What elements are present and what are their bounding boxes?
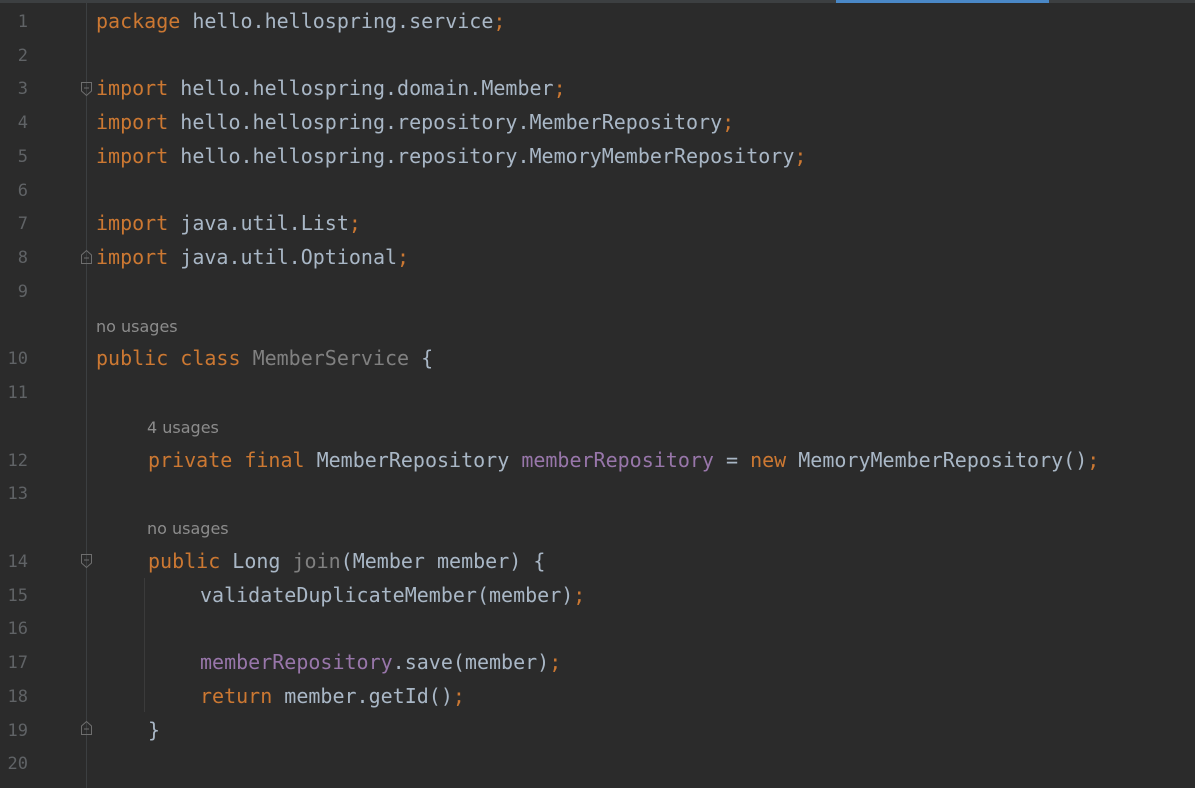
keyword: import [96,110,169,134]
semicolon: ; [348,211,361,235]
import-path: hello.hellospring.domain.Member [168,76,554,100]
keyword: import [96,245,169,269]
code-line-3[interactable]: import hello.hellospring.domain.Member; [96,76,566,100]
keyword: import [96,144,169,168]
method-call: validateDuplicateMember(member) [200,583,574,607]
code-line-4[interactable]: import hello.hellospring.repository.Memb… [96,110,734,134]
keyword: class [180,346,241,370]
method-signature: (Member member) { [340,549,546,573]
type-name: Long [220,549,293,573]
keyword: return [200,684,273,708]
semicolon: ; [549,650,562,674]
type-name: MemberRepository [304,448,522,472]
line-number: 8 [17,248,28,268]
import-path: hello.hellospring.repository.MemoryMembe… [168,144,795,168]
return-expression: member.getId() [272,684,453,708]
assignment: = [713,448,751,472]
constructor-call: MemoryMemberRepository() [786,448,1088,472]
code-line-10[interactable]: public class MemberService { [96,346,433,370]
code-line-8[interactable]: import java.util.Optional; [96,245,409,269]
keyword: private [148,448,233,472]
code-line-19[interactable]: } [148,718,160,742]
indent-guide [144,578,145,712]
keyword: package [96,9,181,33]
keyword: new [750,448,787,472]
code-line-5[interactable]: import hello.hellospring.repository.Memo… [96,144,806,168]
import-path: hello.hellospring.repository.MemberRepos… [168,110,723,134]
keyword: public [148,549,221,573]
code-line-14[interactable]: public Long join(Member member) { [148,549,545,573]
fold-start-icon[interactable] [80,81,93,97]
fold-end-icon[interactable] [80,249,93,265]
method-usages-hint[interactable]: no usages [147,519,229,539]
keyword: import [96,211,169,235]
line-number: 10 [7,349,28,369]
line-number: 12 [7,451,28,471]
line-number: 19 [7,721,28,741]
fold-end-icon[interactable] [80,720,93,736]
line-number: 15 [7,586,28,606]
class-name: MemberService [252,346,410,370]
class-usages-hint[interactable]: no usages [96,317,178,337]
line-number: 5 [17,147,28,167]
line-number: 4 [17,113,28,133]
line-number: 1 [17,12,28,32]
field-usages-hint[interactable]: 4 usages [147,418,219,438]
import-path: java.util.List [168,211,349,235]
line-number: 2 [17,46,28,66]
package-name: hello.hellospring.service [180,9,494,33]
line-number: 3 [17,79,28,99]
line-number: 18 [7,687,28,707]
semicolon: ; [1087,448,1100,472]
code-line-18[interactable]: return member.getId(); [200,684,465,708]
import-path: java.util.Optional [168,245,398,269]
field-name: memberRepository [200,650,393,674]
code-editor[interactable]: 1 2 3 4 5 6 7 8 9 10 11 12 13 14 15 16 1… [0,0,1195,788]
keyword: import [96,76,169,100]
semicolon: ; [493,9,506,33]
open-brace: { [409,346,434,370]
method-name: join [292,549,341,573]
active-tab-indicator [836,0,1049,3]
line-number: 13 [7,484,28,504]
line-number: 14 [7,552,28,572]
line-number: 16 [7,619,28,639]
code-line-12[interactable]: private final MemberRepository memberRep… [148,448,1099,472]
semicolon: ; [553,76,566,100]
line-number: 6 [17,181,28,201]
semicolon: ; [452,684,465,708]
line-number: 17 [7,653,28,673]
keyword: final [244,448,305,472]
method-call: .save(member) [392,650,550,674]
semicolon: ; [794,144,807,168]
line-number: 20 [7,754,28,774]
gutter-divider [86,3,87,788]
semicolon: ; [397,245,410,269]
line-number: 11 [7,383,28,403]
code-line-1[interactable]: package hello.hellospring.service; [96,9,505,33]
semicolon: ; [722,110,735,134]
code-line-17[interactable]: memberRepository.save(member); [200,650,561,674]
semicolon: ; [573,583,586,607]
field-name: memberRepository [521,448,714,472]
keyword: public [96,346,169,370]
fold-start-icon[interactable] [80,553,93,569]
code-line-7[interactable]: import java.util.List; [96,211,361,235]
code-line-15[interactable]: validateDuplicateMember(member); [200,583,585,607]
line-number: 7 [17,214,28,234]
close-brace: } [148,718,161,742]
line-number: 9 [17,282,28,302]
